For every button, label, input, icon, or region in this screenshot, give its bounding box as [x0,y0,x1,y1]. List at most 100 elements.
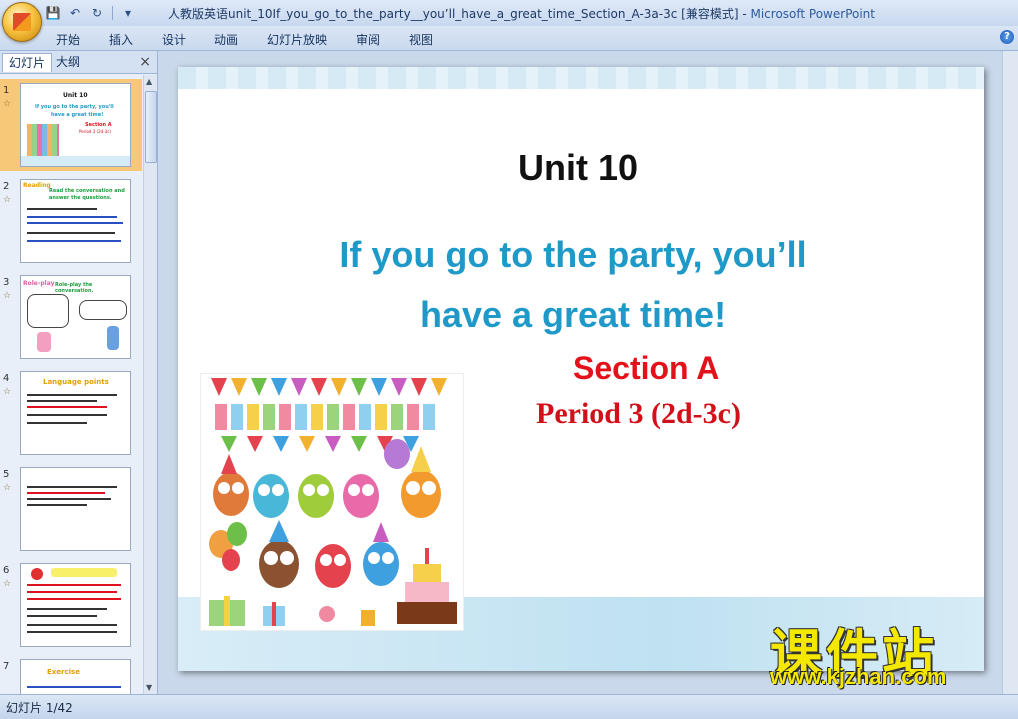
slide-thumbnail-3[interactable]: 3 ☆ Role-play Role-play the conversation… [0,271,142,363]
text-line [27,406,107,408]
thumbnail-preview [20,467,131,551]
title-line-2: have a great time! [419,294,727,335]
text-line [27,498,111,500]
thumbnail-line: Read the conversation and [49,188,125,194]
thumbnail-number: 5 [3,469,10,480]
thumbnail-preview: Exercise [20,659,131,694]
text-line [27,208,97,210]
boy-figure [107,326,119,350]
thumbnail-heading: Language points [43,378,109,386]
thumbnail-number: 3 [3,277,10,288]
thumbnail-footer-band [21,156,130,166]
thumbnail-line: Section A [85,122,112,128]
scroll-down-icon[interactable]: ▼ [146,683,152,692]
thumbnail-number: 1 [3,85,10,96]
birthday-cake [397,548,457,624]
animation-star-icon: ☆ [3,579,12,589]
close-icon[interactable]: × [139,54,151,70]
tab-slideshow[interactable]: 幻灯片放映 [267,31,327,48]
thumbnail-banner [51,568,117,577]
text-line [27,598,121,600]
qat-separator [112,6,113,20]
slide-thumbnail-4[interactable]: 4 ☆ Language points [0,367,142,459]
party-illustration-svg [209,378,457,626]
editor-scrollbar[interactable] [1002,51,1018,694]
site-watermark: 课件站 www.kjzhan.com [770,612,1002,692]
thumbnail-badge [31,568,43,580]
text-line [27,216,117,218]
slide-editor: Unit 10 If you go to the party, you’ll h… [158,51,1018,694]
slide-thumbnail-6[interactable]: 6 ☆ [0,559,142,651]
thumbnail-line: Role-play the conversation. [55,282,94,294]
scroll-up-icon[interactable]: ▲ [146,77,152,86]
tab-animations[interactable]: 动画 [214,31,238,48]
thumbnail-heading: Unit 10 [63,92,88,99]
quick-access-toolbar: 💾 ↶ ↻ ▾ [44,4,137,22]
document-title: 人教版英语unit_10If_you_go_to_the_party__you’… [168,7,739,21]
text-line [27,615,97,617]
text-line [27,414,107,416]
bunting-flags [211,378,447,452]
slide-thumbnail-2[interactable]: 2 ☆ Reading Read the conversation and an… [0,175,142,267]
speech-bubble [27,294,69,328]
thumbnail-preview: Language points [20,371,131,455]
thumbnail-line: answer the questions. [49,195,112,201]
text-line [27,422,87,424]
text-line [27,584,121,586]
thumbnail-preview: Reading Read the conversation and answer… [20,179,131,263]
animation-star-icon: ☆ [3,195,12,205]
slide-thumbnail-5[interactable]: 5 ☆ [0,463,142,555]
customize-qat-icon[interactable]: ▾ [119,4,137,22]
slide-thumbnail-7[interactable]: 7 Exercise [0,655,142,694]
animation-star-icon: ☆ [3,99,12,109]
thumbnail-scrollbar[interactable]: ▲ ▼ [143,75,157,694]
save-icon[interactable]: 💾 [44,4,62,22]
ribbon-tab-bar: 开始 插入 设计 动画 幻灯片放映 审阅 视图 [0,26,1018,51]
panel-tabs: 幻灯片 大纲 × [0,51,157,74]
tab-design[interactable]: 设计 [162,31,186,48]
window-title: 人教版英语unit_10If_you_go_to_the_party__you’… [168,5,875,22]
app-name: Microsoft PowerPoint [750,7,875,21]
tab-review[interactable]: 审阅 [356,31,380,48]
current-slide[interactable]: Unit 10 If you go to the party, you’ll h… [178,67,984,671]
redo-icon[interactable]: ↻ [88,4,106,22]
tab-slides[interactable]: 幻灯片 [2,53,53,72]
slide-period[interactable]: Period 3 (2d-3c) [536,397,741,431]
status-bar: 幻灯片 1/42 [0,694,1018,719]
tab-outline[interactable]: 大纲 [50,53,86,71]
thumbnail-heading: Exercise [47,668,80,676]
tab-home[interactable]: 开始 [56,31,80,48]
tab-view[interactable]: 视图 [409,31,433,48]
slides-panel: 幻灯片 大纲 × 1 ☆ Unit 10 If you go to the pa… [0,51,158,694]
thumbnail-preview: Role-play Role-play the conversation. [20,275,131,359]
slide-top-band [178,67,984,89]
animation-star-icon: ☆ [3,483,12,493]
title-line-1: If you go to the party, you’ll [339,234,807,275]
text-line [27,486,117,488]
thumbnail-preview: Unit 10 If you go to the party, you'll h… [20,83,131,167]
help-icon[interactable]: ? [1000,30,1014,44]
slide-section[interactable]: Section A [573,350,719,387]
text-line [27,631,117,633]
thumbnail-number: 7 [3,661,10,672]
party-owls-image[interactable] [200,373,464,631]
undo-icon[interactable]: ↶ [66,4,84,22]
thumbnail-number: 4 [3,373,10,384]
thumbnail-preview [20,563,131,647]
animation-star-icon: ☆ [3,291,12,301]
text-line [27,240,121,242]
slide-main-title[interactable]: If you go to the party, you’ll have a gr… [268,225,878,345]
text-line [27,686,121,688]
office-button[interactable] [2,2,42,42]
text-line [27,608,107,610]
watermark-url: www.kjzhan.com [770,664,947,689]
thumbnail-list: 1 ☆ Unit 10 If you go to the party, you'… [0,75,142,694]
text-line [27,492,105,494]
owls-row-2 [259,520,399,588]
slide-unit-title[interactable]: Unit 10 [518,147,638,189]
scrollbar-thumb[interactable] [145,91,157,163]
slide-thumbnail-1[interactable]: 1 ☆ Unit 10 If you go to the party, you'… [0,79,142,171]
tab-insert[interactable]: 插入 [109,31,133,48]
text-line [27,222,123,224]
thumbnail-number: 2 [3,181,10,192]
